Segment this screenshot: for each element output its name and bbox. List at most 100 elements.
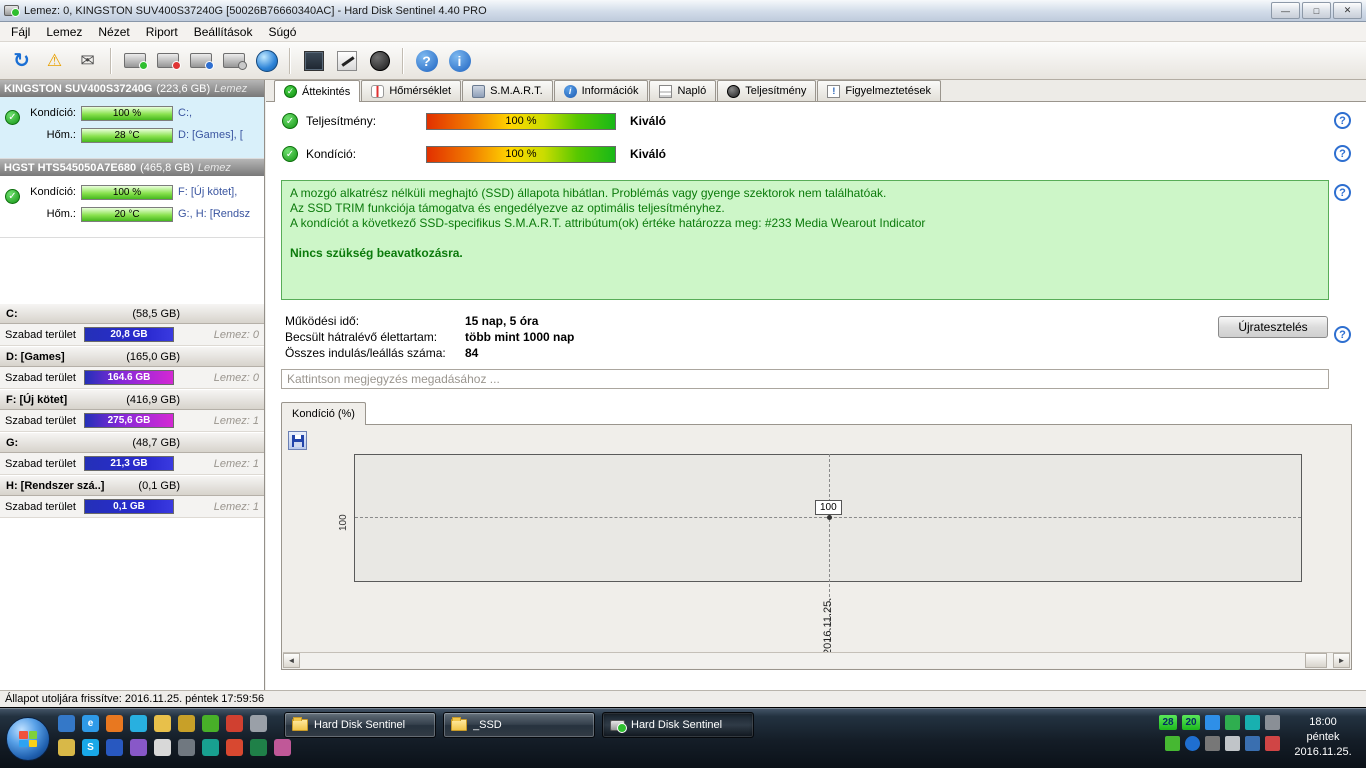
- paint-icon[interactable]: [274, 739, 291, 756]
- minimize-button[interactable]: —: [1271, 2, 1300, 19]
- disk-smart-button[interactable]: [185, 46, 216, 76]
- help-icon[interactable]: ?: [1334, 145, 1351, 162]
- screen: Lemez: 0, KINGSTON SUV400S37240G [50026B…: [0, 0, 1366, 768]
- help-button[interactable]: ?: [411, 46, 442, 76]
- red-app-icon[interactable]: [226, 715, 243, 732]
- menu-report[interactable]: Riport: [138, 23, 186, 41]
- network-tray-icon[interactable]: [1245, 736, 1260, 751]
- tab-log[interactable]: Napló: [649, 80, 717, 101]
- help-icon[interactable]: ?: [1334, 184, 1351, 201]
- gray-app-icon[interactable]: [250, 715, 267, 732]
- skype-icon[interactable]: S: [82, 739, 99, 756]
- quick-launch: e S: [58, 715, 291, 756]
- partition-header[interactable]: D: [Games] (165,0 GB): [0, 346, 264, 367]
- partition-header[interactable]: H: [Rendszer szá..] (0,1 GB): [0, 475, 264, 496]
- disk-search-button[interactable]: [218, 46, 249, 76]
- chart-scrollbar[interactable]: ◄ ►: [283, 652, 1350, 668]
- explorer-icon[interactable]: [58, 739, 75, 756]
- temperature-bar: 28 °C: [81, 127, 173, 143]
- web-button[interactable]: [251, 46, 282, 76]
- calculator-icon[interactable]: [178, 739, 195, 756]
- partition-header[interactable]: G: (48,7 GB): [0, 432, 264, 453]
- tab-overview[interactable]: ✓ Áttekintés: [274, 80, 361, 102]
- mail-shortcut-icon[interactable]: [178, 715, 195, 732]
- maximize-button[interactable]: □: [1302, 2, 1331, 19]
- excel-icon[interactable]: [250, 739, 267, 756]
- clock-date: 2016.11.25.: [1294, 746, 1352, 758]
- chart-tab[interactable]: Kondíció (%): [281, 402, 366, 425]
- tab-temperature[interactable]: Hőmérséklet: [361, 80, 462, 101]
- report-button[interactable]: ✉: [72, 46, 103, 76]
- antivirus-tray-icon[interactable]: [1265, 736, 1280, 751]
- save-chart-button[interactable]: [288, 431, 307, 450]
- disk-status-ok-icon: ✓: [5, 189, 20, 204]
- power-tray-icon[interactable]: [1205, 715, 1220, 730]
- info-button[interactable]: i: [444, 46, 475, 76]
- alert-button[interactable]: ⚠: [39, 46, 70, 76]
- surface-test-button[interactable]: [298, 46, 329, 76]
- viber-icon[interactable]: [130, 739, 147, 756]
- scrollbar-track[interactable]: [300, 653, 1333, 668]
- folder-shortcut-icon[interactable]: [154, 715, 171, 732]
- scrollbar-thumb[interactable]: [1305, 653, 1327, 668]
- disk-temperature-button[interactable]: [152, 46, 183, 76]
- menu-file[interactable]: Fájl: [3, 23, 38, 41]
- disk-header[interactable]: HGST HTS545050A7E680 (465,8 GB) Lemez: [0, 159, 264, 176]
- tab-alerts[interactable]: ! Figyelmeztetések: [817, 80, 941, 101]
- taskbar-button-hds-app[interactable]: Hard Disk Sentinel: [602, 712, 754, 738]
- device-tray-icon[interactable]: [1205, 736, 1220, 751]
- word-icon[interactable]: [106, 739, 123, 756]
- graph-button[interactable]: [331, 46, 362, 76]
- close-button[interactable]: ✕: [1333, 2, 1362, 19]
- teal-app-icon[interactable]: [202, 739, 219, 756]
- temperature-tray-badge[interactable]: 20: [1182, 715, 1200, 730]
- volume-tray-icon[interactable]: [1225, 736, 1240, 751]
- green-app-icon[interactable]: [202, 715, 219, 732]
- taskbar-button-folder-hds[interactable]: Hard Disk Sentinel: [284, 712, 436, 738]
- app-tray-icon[interactable]: [1265, 715, 1280, 730]
- partition-row[interactable]: Szabad terület 21,3 GB Lemez: 1: [0, 453, 264, 475]
- menu-settings[interactable]: Beállítások: [186, 23, 261, 41]
- disk-partitions-line: G:, H: [Rendsz: [178, 208, 251, 220]
- scroll-left-button[interactable]: ◄: [283, 653, 300, 668]
- help-icon[interactable]: ?: [1334, 326, 1351, 343]
- refresh-button[interactable]: ↻: [6, 46, 37, 76]
- update-tray-icon[interactable]: [1165, 736, 1180, 751]
- internet-explorer-icon[interactable]: e: [82, 715, 99, 732]
- partition-row[interactable]: Szabad terület 20,8 GB Lemez: 0: [0, 324, 264, 346]
- shield-tray-icon[interactable]: [1225, 715, 1240, 730]
- disk-summary-selected[interactable]: ✓ Kondíció: 100 % C:, Hőm.: 28 °C D: [Ga…: [0, 97, 264, 159]
- disk-summary[interactable]: ✓ Kondíció: 100 % F: [Új kötet], Hőm.: 2…: [0, 176, 264, 238]
- temperature-tray-badge[interactable]: 28: [1159, 715, 1177, 730]
- comment-input[interactable]: [281, 369, 1329, 389]
- partition-size: (48,7 GB): [132, 436, 180, 449]
- gauge-button[interactable]: [364, 46, 395, 76]
- chrome-icon[interactable]: [226, 739, 243, 756]
- scroll-right-button[interactable]: ►: [1333, 653, 1350, 668]
- taskbar-button-folder-ssd[interactable]: _SSD: [443, 712, 595, 738]
- partition-header[interactable]: F: [Új kötet] (416,9 GB): [0, 389, 264, 410]
- taskbar-clock[interactable]: 18:00 péntek 2016.11.25.: [1284, 715, 1362, 760]
- start-button[interactable]: [6, 717, 50, 761]
- show-desktop-icon[interactable]: [58, 715, 75, 732]
- bluetooth-tray-icon[interactable]: [1185, 736, 1200, 751]
- tab-information[interactable]: i Információk: [553, 80, 649, 101]
- partition-header[interactable]: C: (58,5 GB): [0, 303, 264, 324]
- tab-performance[interactable]: Teljesítmény: [717, 80, 817, 101]
- disk-header[interactable]: KINGSTON SUV400S37240G (223,6 GB) Lemez: [0, 80, 264, 97]
- sync-tray-icon[interactable]: [1245, 715, 1260, 730]
- partition-row[interactable]: Szabad terület 164.6 GB Lemez: 0: [0, 367, 264, 389]
- firefox-icon[interactable]: [106, 715, 123, 732]
- tab-smart[interactable]: S.M.A.R.T.: [462, 80, 553, 101]
- notepad-icon[interactable]: [154, 739, 171, 756]
- disk-overview-button[interactable]: [119, 46, 150, 76]
- media-player-icon[interactable]: [130, 715, 147, 732]
- retest-button[interactable]: Újratesztelés: [1218, 316, 1328, 338]
- free-space-bar: 20,8 GB: [84, 327, 174, 342]
- menu-disk[interactable]: Lemez: [38, 23, 90, 41]
- partition-row[interactable]: Szabad terület 275,6 GB Lemez: 1: [0, 410, 264, 432]
- partition-row[interactable]: Szabad terület 0,1 GB Lemez: 1: [0, 496, 264, 518]
- help-icon[interactable]: ?: [1334, 112, 1351, 129]
- menu-help[interactable]: Súgó: [260, 23, 304, 41]
- menu-view[interactable]: Nézet: [90, 23, 137, 41]
